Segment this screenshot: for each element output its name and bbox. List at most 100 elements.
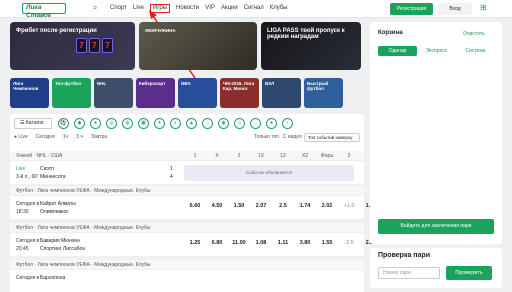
- odds-column-headers: 1 X 2 1X 12 X2 Фора 2: [193, 153, 351, 159]
- filter-today[interactable]: Сегодня: [36, 134, 55, 140]
- promo-banner-pearl[interactable]: ЖЕМЧУЖИНА: [139, 22, 257, 70]
- tab-system[interactable]: Система: [456, 46, 495, 56]
- odd-cell: -2.5: [344, 240, 354, 246]
- odd-cell[interactable]: 6.80: [206, 240, 228, 246]
- odd-cell[interactable]: 3.80: [294, 240, 316, 246]
- group-header: Футбол · Лига чемпионов УЕФА · Междунаро…: [10, 223, 364, 232]
- bet-number-input[interactable]: Номер пари: [378, 267, 440, 279]
- event-updating-notice: Событие обновляется: [184, 165, 354, 181]
- odd-cell[interactable]: 1.25: [184, 240, 206, 246]
- odd-cell[interactable]: 1.55: [316, 240, 338, 246]
- event-group-ucl: Футбол · Лига чемпионов УЕФА · Междунаро…: [10, 186, 376, 219]
- main-content: Фрибет после регистрации 7 7 7 ЖЕМЧУЖИНА…: [10, 20, 376, 292]
- more-sports-icon[interactable]: ›: [282, 118, 293, 129]
- odd-cell[interactable]: 2.5: [272, 203, 294, 209]
- promo-banner-freebet[interactable]: Фрибет после регистрации 7 7 7: [10, 22, 135, 70]
- category-tile[interactable]: NHL: [94, 78, 133, 108]
- nav-vip[interactable]: VIP: [205, 5, 215, 13]
- promo-banners: Фрибет после регистрации 7 7 7 ЖЕМЧУЖИНА…: [10, 22, 361, 70]
- clear-button[interactable]: Очистить: [463, 31, 485, 37]
- category-tile[interactable]: Лига Чемпионов: [10, 78, 49, 108]
- bet-slip-title: Корзина: [378, 30, 403, 36]
- nav-live[interactable]: Live: [133, 5, 144, 13]
- event-group-nhl: Хоккей · NHL · США 1 X 2 1X 12 X2 Фора 2 Live 3…: [10, 151, 364, 184]
- volleyball-icon[interactable]: ◍: [122, 118, 133, 129]
- filter-1h[interactable]: 1ч: [63, 134, 68, 140]
- time-filters: ● Live Сегодня 1ч 3 ч Завтра: [14, 134, 107, 140]
- bet-check-panel: Проверка пари Номер пари Проверить: [370, 248, 502, 288]
- odd-cell[interactable]: 2.07: [250, 203, 272, 209]
- team-home: Барселона: [40, 275, 66, 281]
- category-tile[interactable]: ВХЛ: [262, 78, 301, 108]
- bet-type-tabs: Одинар Экспресс Система: [378, 46, 495, 56]
- category-tile[interactable]: Топ-футбол: [52, 78, 91, 108]
- odds-row: 1.25 6.80 11.00 1.08 1.11 3.80 1.55 -2.5…: [184, 240, 382, 246]
- handball-icon[interactable]: ◉: [218, 118, 229, 129]
- group-header: Футбол · Лига чемпионов УЕФА · Междунаро…: [10, 186, 364, 195]
- odd-cell[interactable]: 6.60: [184, 203, 206, 209]
- catalog-button[interactable]: ☰ Каталог: [14, 118, 52, 129]
- odds-row: 6.60 4.50 1.50 2.07 2.5 1.74 2.02 +1.5 1…: [184, 203, 382, 209]
- golf-icon[interactable]: ◌: [250, 118, 261, 129]
- tab-single[interactable]: Одинар: [378, 46, 417, 56]
- team-home: Кайрат Алматы: [40, 201, 76, 207]
- mma-icon[interactable]: ✦: [154, 118, 165, 129]
- sport-icons: ⚽ ◆ ● ◎ ◍ ▣ ✦ ◐ ▲ ○ ◉ ◇ ◌ ● ›: [58, 118, 293, 129]
- top-only-toggle[interactable]: Только топ: [254, 134, 279, 140]
- filter-tomorrow[interactable]: Завтра: [91, 134, 107, 140]
- odd-cell: +1.5: [343, 203, 355, 209]
- top-header: Лига Ставок ⌕ Спорт Live Игры Новости VI…: [0, 0, 512, 88]
- football-icon[interactable]: ◇: [234, 118, 245, 129]
- category-tile[interactable]: Киберспорт: [136, 78, 175, 108]
- basketball-icon[interactable]: ●: [90, 118, 101, 129]
- promo-banner-ligapass[interactable]: LIGA PASS твой пропуск к редким наградам: [261, 22, 361, 70]
- cricket-icon[interactable]: ▲: [186, 118, 197, 129]
- register-button[interactable]: Регистрация: [390, 3, 433, 15]
- nav-sport[interactable]: Спорт: [110, 5, 127, 13]
- category-tile[interactable]: ЧМ-2026. Лига Кар. Минск: [220, 78, 259, 108]
- nav-promos[interactable]: Акции: [221, 5, 238, 13]
- nav-clubs[interactable]: Клубы: [270, 5, 288, 13]
- slot-reel: 7: [102, 38, 113, 53]
- event-row[interactable]: Сегодня в Барселона: [10, 269, 364, 292]
- slot-reel: 7: [76, 38, 87, 53]
- soccer-icon[interactable]: ⚽: [58, 118, 69, 129]
- odd-cell[interactable]: 11.00: [228, 240, 250, 246]
- baseball-icon[interactable]: ○: [202, 118, 213, 129]
- odd-cell[interactable]: 1.08: [250, 240, 272, 246]
- event-row[interactable]: Сегодня в 18:30 Кайрат Алматы Олимпиакос…: [10, 195, 376, 219]
- billiards-icon[interactable]: ●: [266, 118, 277, 129]
- score-home: 1: [170, 166, 173, 172]
- odd-cell[interactable]: 1.50: [228, 203, 250, 209]
- bet-slip: Корзина Очистить Одинар Экспресс Система…: [370, 22, 502, 244]
- table-tennis-icon[interactable]: ◐: [170, 118, 181, 129]
- nav-signal[interactable]: Сигнал: [244, 5, 264, 13]
- tennis-icon[interactable]: ◎: [106, 118, 117, 129]
- team-away: Миннесота: [40, 174, 66, 180]
- logo[interactable]: Лига Ставок: [22, 3, 66, 19]
- odd-cell[interactable]: 1.11: [272, 240, 294, 246]
- hockey-icon[interactable]: ◆: [74, 118, 85, 129]
- event-row[interactable]: Сегодня в 20:45 Бавария Мюнхен Спортинг …: [10, 232, 376, 256]
- odd-cell[interactable]: 4.50: [206, 203, 228, 209]
- login-to-bet-button[interactable]: Войдите для заключения пари: [378, 219, 494, 234]
- event-row[interactable]: Live 3-й п., 60' Сиэтл Миннесота 1 4 Соб…: [10, 160, 364, 184]
- login-button[interactable]: Вход: [438, 3, 472, 15]
- tab-express[interactable]: Экспресс: [417, 46, 456, 56]
- search-icon[interactable]: ⌕: [93, 3, 97, 13]
- odd-cell[interactable]: 1.74: [294, 203, 316, 209]
- team-home: Сиэтл: [40, 166, 54, 172]
- odd-cell[interactable]: 2.02: [316, 203, 338, 209]
- sort-select[interactable]: Топ событий наверху: [304, 133, 360, 142]
- category-tile[interactable]: NBA: [178, 78, 217, 108]
- filter-live[interactable]: ● Live: [14, 134, 28, 140]
- video-toggle[interactable]: С видео: [283, 134, 302, 140]
- slot-reels: 7 7 7: [76, 38, 113, 53]
- esports-icon[interactable]: ▣: [138, 118, 149, 129]
- check-button[interactable]: Проверить: [446, 266, 492, 280]
- team-away: Олимпиакос: [40, 209, 69, 215]
- filter-3h[interactable]: 3 ч: [76, 134, 83, 140]
- apps-grid-icon[interactable]: ⊞: [480, 3, 487, 12]
- team-home: Бавария Мюнхен: [40, 238, 80, 244]
- category-tile[interactable]: Быстрый футбол: [304, 78, 343, 108]
